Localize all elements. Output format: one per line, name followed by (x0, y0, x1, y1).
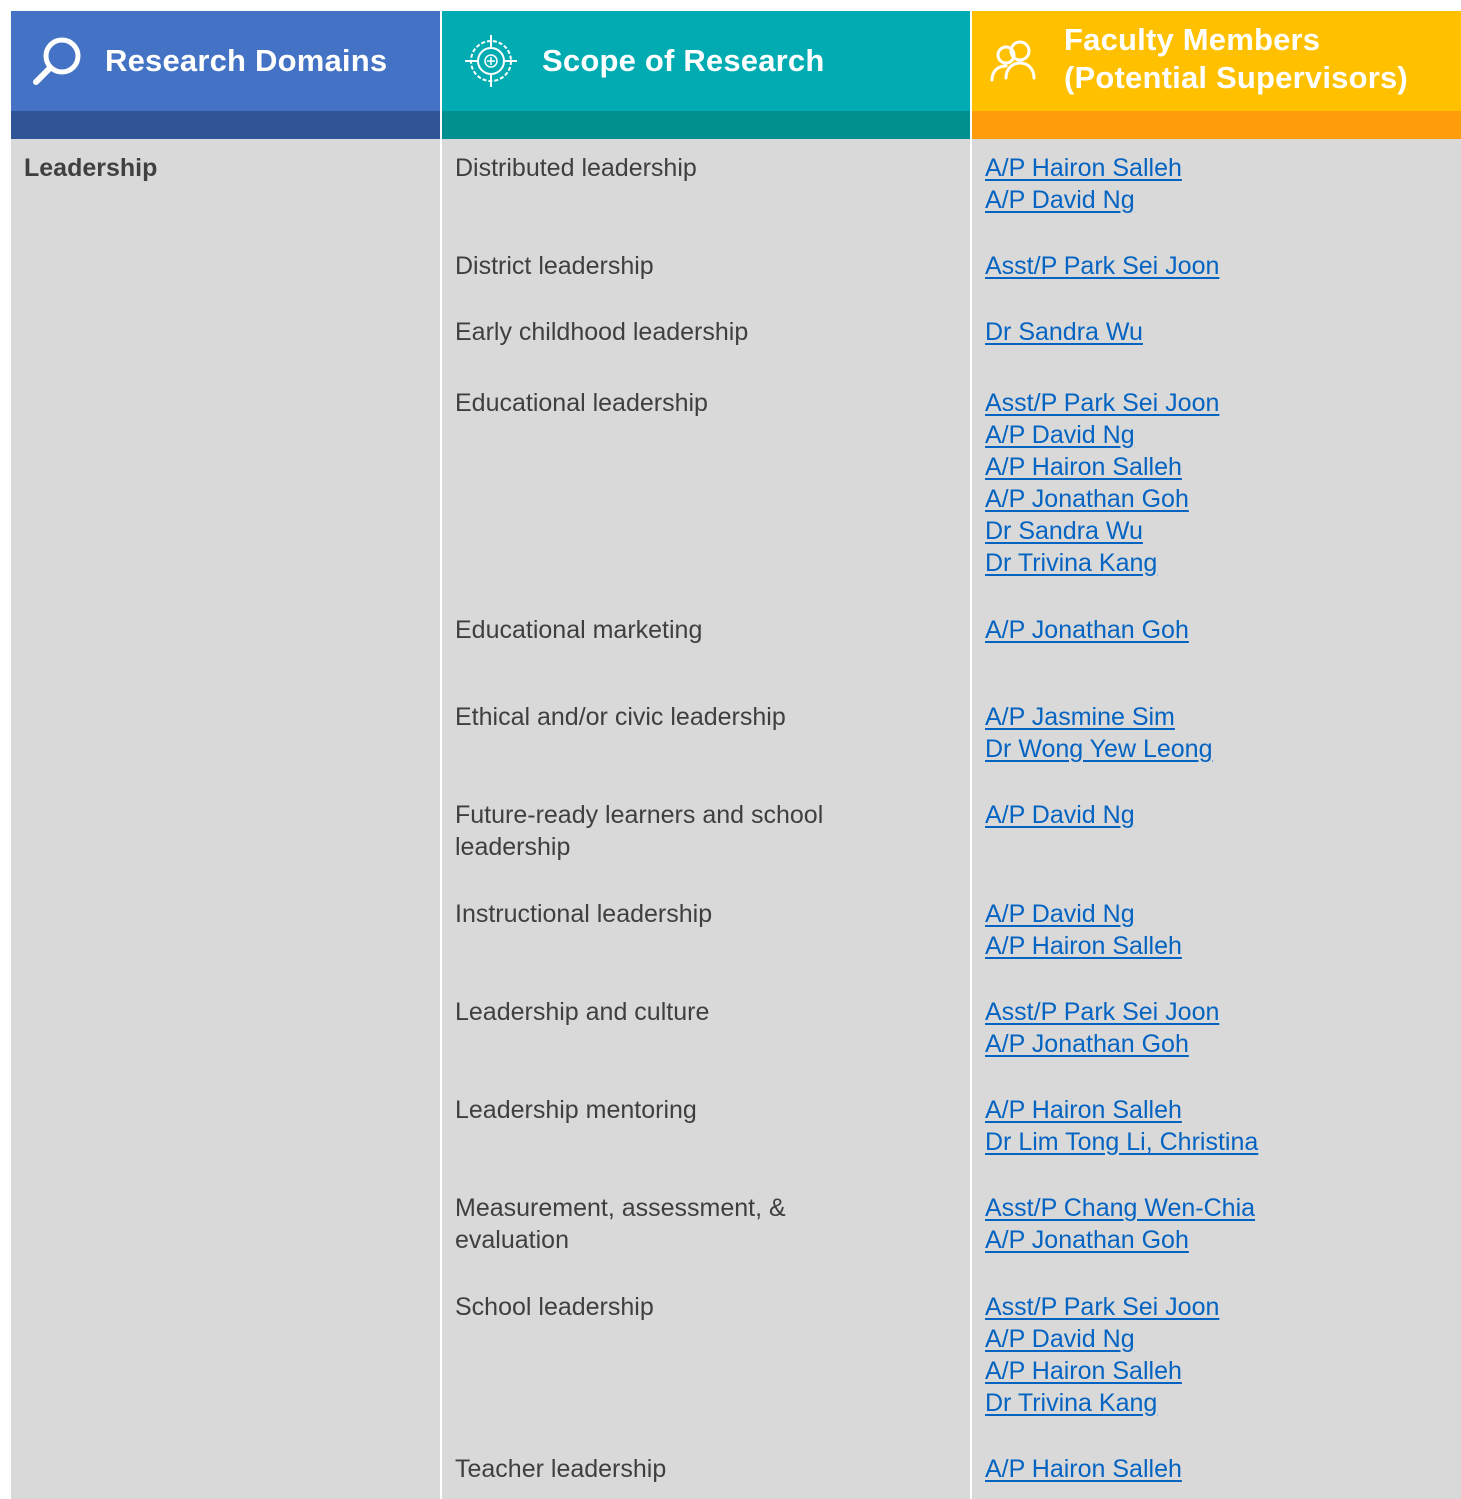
supervisor-link[interactable]: Dr Sandra Wu (985, 515, 1219, 547)
supervisor-list: A/P Jasmine Sim Dr Wong Yew Leong (985, 701, 1212, 765)
supervisor-list: Asst/P Park Sei Joon (985, 250, 1219, 282)
header-strip-faculty (972, 111, 1461, 139)
supervisor-link[interactable]: Asst/P Park Sei Joon (985, 996, 1219, 1028)
supervisor-link[interactable]: Dr Wong Yew Leong (985, 733, 1212, 765)
supervisor-link[interactable]: A/P Jonathan Goh (985, 614, 1189, 646)
supervisor-link[interactable]: Asst/P Park Sei Joon (985, 1291, 1219, 1323)
supervisor-list: A/P David Ng (985, 799, 1135, 831)
scope-item: Educational leadership (455, 389, 708, 417)
supervisor-link[interactable]: A/P Hairon Salleh (985, 1453, 1182, 1485)
supervisor-link[interactable]: A/P Hairon Salleh (985, 1094, 1258, 1126)
supervisor-link[interactable]: A/P Jasmine Sim (985, 701, 1212, 733)
supervisor-list: Dr Sandra Wu (985, 316, 1143, 348)
header-title-domains: Research Domains (105, 43, 388, 78)
supervisor-link[interactable]: A/P Hairon Salleh (985, 451, 1219, 483)
supervisor-link[interactable]: A/P Jonathan Goh (985, 1028, 1219, 1060)
supervisor-link[interactable]: Dr Trivina Kang (985, 547, 1219, 579)
supervisor-link[interactable]: A/P Hairon Salleh (985, 1355, 1219, 1387)
supervisor-list: A/P David Ng A/P Hairon Salleh (985, 898, 1182, 962)
header-strip-domains (11, 111, 440, 139)
supervisor-link[interactable]: A/P Jonathan Goh (985, 1224, 1255, 1256)
domains-column: Leadership (11, 139, 440, 1499)
scope-item: Early childhood leadership (455, 318, 749, 346)
header-research-domains: Research Domains (11, 11, 440, 111)
scope-item: Instructional leadership (455, 900, 713, 928)
supervisor-link[interactable]: Dr Lim Tong Li, Christina (985, 1126, 1258, 1158)
scope-column: Distributed leadership District leadershi… (442, 139, 970, 1499)
scope-item: Ethical and/or civic leadership (455, 703, 786, 731)
supervisor-link[interactable]: A/P David Ng (985, 184, 1182, 216)
scope-item: District leadership (455, 252, 654, 280)
faculty-column: A/P Hairon Salleh A/P David Ng Asst/P Park… (972, 139, 1461, 1499)
scope-item: School leadership (455, 1293, 654, 1321)
target-icon (465, 35, 517, 87)
supervisor-link[interactable]: A/P David Ng (985, 898, 1182, 930)
supervisor-link[interactable]: A/P David Ng (985, 419, 1219, 451)
supervisor-link[interactable]: A/P Hairon Salleh (985, 152, 1182, 184)
research-table: Research Domains Scope of Research Facul… (11, 11, 1461, 1499)
supervisor-list: Asst/P Park Sei Joon A/P Jonathan Goh (985, 996, 1219, 1060)
supervisor-list: A/P Hairon Salleh Dr Lim Tong Li, Christi… (985, 1094, 1258, 1158)
header-title-faculty-line2: (Potential Supervisors) (1064, 60, 1408, 95)
search-icon (33, 37, 81, 85)
scope-item: Leadership mentoring (455, 1096, 697, 1124)
supervisor-link[interactable]: A/P David Ng (985, 799, 1135, 831)
scope-item: Future-ready learners and school leaders… (455, 801, 824, 861)
supervisor-list: Asst/P Park Sei Joon A/P David Ng A/P Hair… (985, 387, 1219, 579)
scope-item: Educational marketing (455, 616, 703, 644)
supervisor-list: Asst/P Chang Wen-Chia A/P Jonathan Goh (985, 1192, 1255, 1256)
header-title-faculty-line1: Faculty Members (1064, 22, 1321, 57)
people-icon (990, 40, 1036, 82)
supervisor-list: A/P Jonathan Goh (985, 614, 1189, 646)
supervisor-link[interactable]: A/P David Ng (985, 1323, 1219, 1355)
supervisor-list: Asst/P Park Sei Joon A/P David Ng A/P Hair… (985, 1291, 1219, 1419)
scope-item: Teacher leadership (455, 1455, 667, 1483)
header-title-scope: Scope of Research (542, 43, 825, 78)
scope-item: Leadership and culture (455, 998, 710, 1026)
scope-item: Measurement, assessment, & evaluation (455, 1194, 786, 1254)
supervisor-link[interactable]: A/P Jonathan Goh (985, 483, 1219, 515)
supervisor-list: A/P Hairon Salleh A/P David Ng (985, 152, 1182, 216)
supervisor-link[interactable]: Asst/P Chang Wen-Chia (985, 1192, 1255, 1224)
header-strip-scope (442, 111, 970, 139)
header-title-faculty: Faculty Members (Potential Supervisors) (1064, 21, 1408, 97)
supervisor-link[interactable]: Asst/P Park Sei Joon (985, 250, 1219, 282)
domain-label: Leadership (24, 154, 158, 182)
supervisor-link[interactable]: Dr Trivina Kang (985, 1387, 1219, 1419)
supervisor-link[interactable]: Asst/P Park Sei Joon (985, 387, 1219, 419)
header-scope-of-research: Scope of Research (442, 11, 970, 111)
header-faculty-members: Faculty Members (Potential Supervisors) (972, 11, 1461, 111)
supervisor-link[interactable]: Dr Sandra Wu (985, 316, 1143, 348)
scope-item: Distributed leadership (455, 154, 697, 182)
supervisor-list: A/P Hairon Salleh (985, 1453, 1182, 1485)
supervisor-link[interactable]: A/P Hairon Salleh (985, 930, 1182, 962)
